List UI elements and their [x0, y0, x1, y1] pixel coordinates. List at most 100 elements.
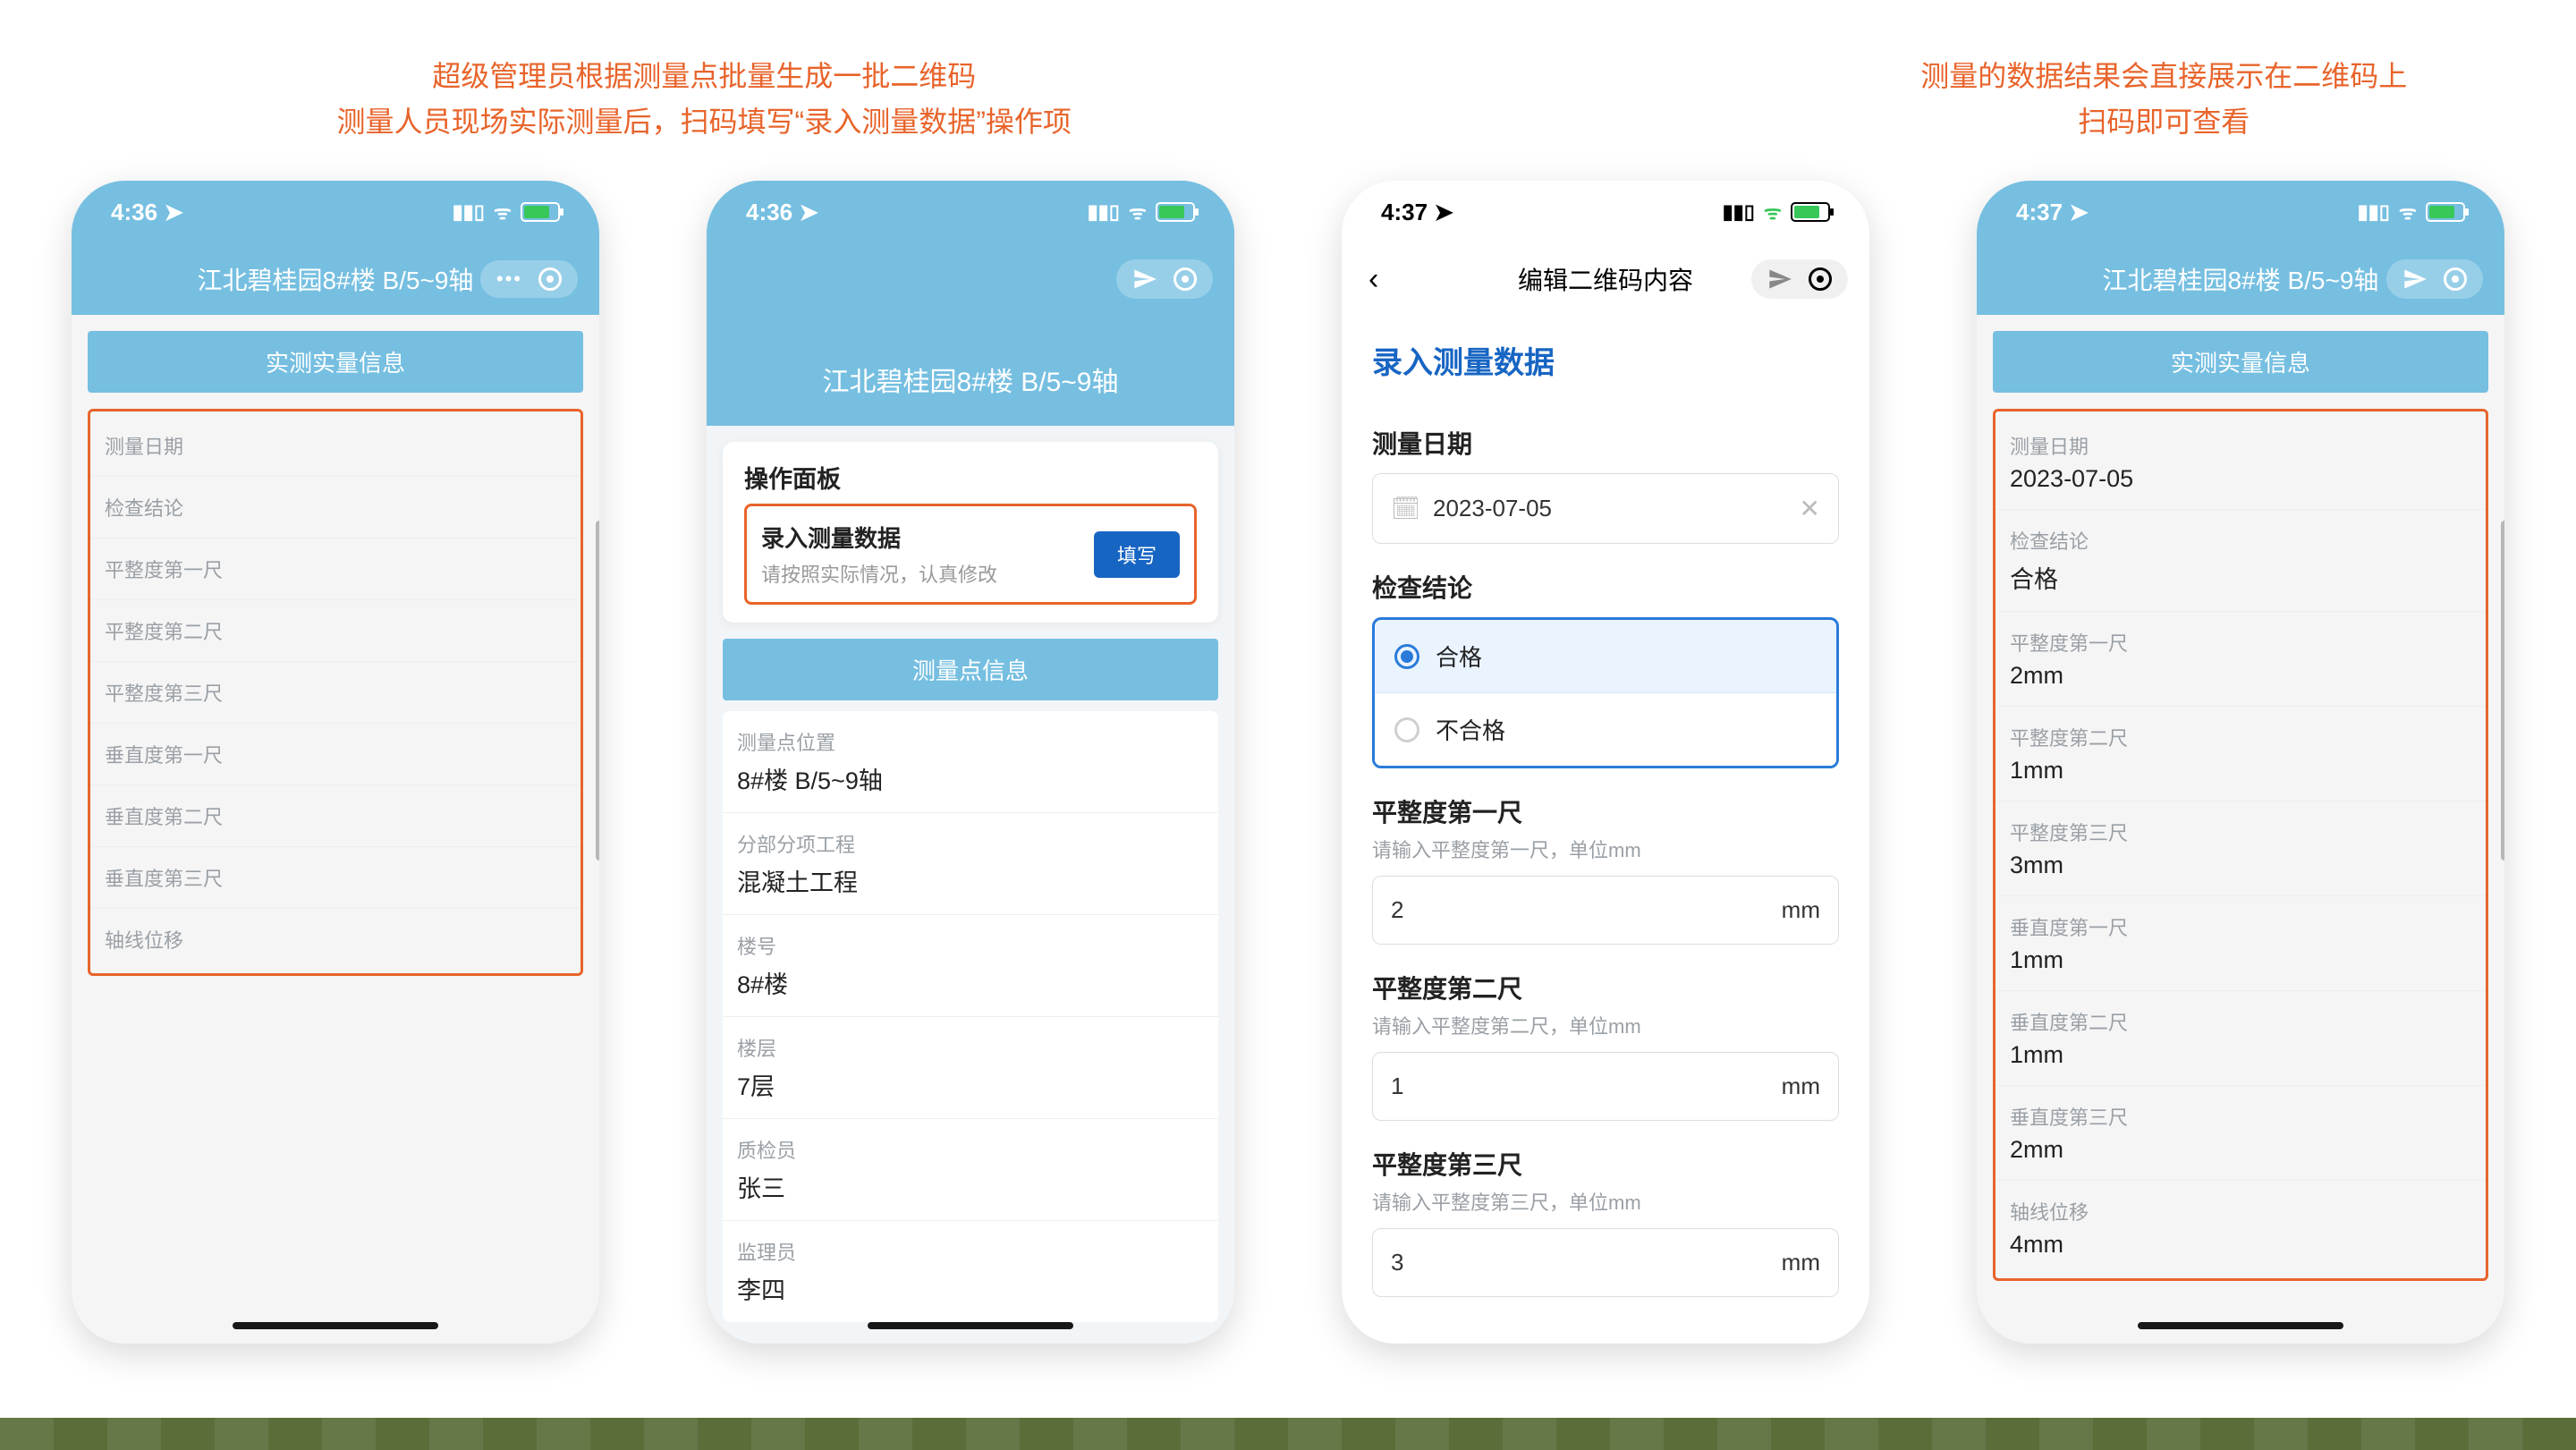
status-time: 4:37 ➤: [2016, 199, 2089, 226]
navbar: ‹ 编辑二维码内容: [1342, 243, 1869, 315]
caption-left: 超级管理员根据测量点批量生成一批二维码 测量人员现场实际测量后，扫码填写“录入测…: [72, 54, 1336, 145]
action-subtitle: 请按照实际情况，认真修改: [761, 559, 997, 588]
list-item: 垂直度第一尺: [90, 724, 580, 785]
list-item: 平整度第一尺: [90, 538, 580, 600]
panel-card: 操作面板 录入测量数据 请按照实际情况，认真修改 填写: [723, 442, 1218, 623]
clear-icon[interactable]: ✕: [1800, 494, 1820, 523]
list-item: 平整度第二尺1mm: [1996, 707, 2486, 801]
home-indicator[interactable]: [2138, 1322, 2343, 1329]
measure-value: 2: [1391, 896, 1403, 924]
send-icon: [2402, 267, 2428, 292]
date-value: 2023-07-05: [1433, 495, 1552, 522]
date-label: 测量日期: [1372, 425, 1839, 461]
capsule-menu[interactable]: •••: [480, 260, 578, 298]
capsule-menu[interactable]: [1751, 259, 1848, 299]
send-icon: [1767, 267, 1792, 292]
list-item: 测量日期: [90, 415, 580, 477]
wifi-icon: ᯤ: [494, 199, 512, 225]
list-item: 平整度第二尺: [90, 600, 580, 662]
page-title: 江北碧桂园8#楼 B/5~9轴: [707, 315, 1234, 426]
list-item: 分部分项工程混凝土工程: [723, 813, 1218, 915]
measure-input-1[interactable]: 2 mm: [1372, 876, 1839, 945]
home-indicator[interactable]: [233, 1322, 438, 1329]
battery-icon: [1156, 202, 1195, 222]
close-circle-icon: [1809, 267, 1832, 291]
statusbar: 4:36 ➤ ▮▮▯ ᯤ: [72, 181, 599, 243]
footer-strip: [0, 1418, 2576, 1450]
action-title: 录入测量数据: [761, 521, 997, 554]
close-circle-icon: [2444, 267, 2467, 291]
radio-fail[interactable]: 不合格: [1375, 692, 1836, 766]
panel-title: 操作面板: [744, 460, 1197, 495]
phone-3: 4:37 ➤ ▮▮▯ ᯤ ‹ 编辑二维码内容 录入测量数据: [1342, 181, 1869, 1344]
signal-icon: ▮▮▯: [1723, 200, 1755, 224]
status-time: 4:36 ➤: [111, 199, 183, 226]
page-title: 江北碧桂园8#楼 B/5~9轴: [2103, 261, 2379, 297]
info-tab: 测量点信息: [723, 639, 1218, 700]
unit-label: mm: [1782, 1073, 1820, 1100]
list-item: 检查结论合格: [1996, 510, 2486, 612]
list-item: 平整度第一尺2mm: [1996, 612, 2486, 707]
navbar: 江北碧桂园8#楼 B/5~9轴 •••: [72, 243, 599, 315]
caption-right: 测量的数据结果会直接展示在二维码上 扫码即可查看: [1823, 54, 2504, 145]
statusbar: 4:36 ➤ ▮▮▯ ᯤ: [707, 181, 1234, 243]
statusbar: 4:37 ➤ ▮▮▯ ᯤ: [1342, 181, 1869, 243]
status-right: ▮▮▯ ᯤ: [453, 199, 560, 225]
list-item: 垂直度第三尺2mm: [1996, 1086, 2486, 1181]
page-title: 江北碧桂园8#楼 B/5~9轴: [198, 261, 474, 297]
wifi-icon: ᯤ: [1764, 199, 1782, 225]
signal-icon: ▮▮▯: [1088, 200, 1120, 224]
unit-label: mm: [1782, 1249, 1820, 1276]
phone-1: 4:36 ➤ ▮▮▯ ᯤ 江北碧桂园8#楼 B/5~9轴 ••• 实测实量信息: [72, 181, 599, 1344]
action-row: 录入测量数据 请按照实际情况，认真修改 填写: [744, 504, 1197, 605]
list-item: 轴线位移: [90, 909, 580, 970]
status-right: ▮▮▯ ᯤ: [1088, 199, 1195, 225]
fill-button[interactable]: 填写: [1094, 531, 1180, 578]
battery-icon: [1791, 202, 1830, 222]
close-circle-icon: [538, 267, 562, 291]
back-button[interactable]: ‹: [1368, 262, 1378, 297]
wifi-icon: ᯤ: [2399, 199, 2417, 225]
home-indicator[interactable]: [868, 1322, 1073, 1329]
conclusion-radio-group: 合格 不合格: [1372, 617, 1839, 768]
signal-icon: ▮▮▯: [2358, 200, 2390, 224]
empty-field-list: 测量日期 检查结论 平整度第一尺 平整度第二尺 平整度第三尺 垂直度第一尺 垂直…: [88, 409, 583, 976]
nav-title: 编辑二维码内容: [1518, 261, 1693, 297]
capsule-menu[interactable]: [1116, 259, 1213, 299]
wifi-icon: ᯤ: [1129, 199, 1147, 225]
statusbar: 4:37 ➤ ▮▮▯ ᯤ: [1977, 181, 2504, 243]
measure-label: 平整度第二尺: [1372, 970, 1839, 1005]
status-time: 4:37 ➤: [1381, 199, 1453, 226]
list-item: 垂直度第二尺: [90, 785, 580, 847]
status-right: ▮▮▯ ᯤ: [2358, 199, 2465, 225]
signal-icon: ▮▮▯: [453, 200, 485, 224]
list-item: 楼号8#楼: [723, 915, 1218, 1017]
measure-value: 3: [1391, 1249, 1403, 1276]
scrollbar[interactable]: [596, 521, 599, 861]
status-time: 4:36 ➤: [746, 199, 818, 226]
measure-hint: 请输入平整度第一尺，单位mm: [1372, 835, 1839, 863]
conclusion-label: 检查结论: [1372, 569, 1839, 605]
measure-label: 平整度第一尺: [1372, 793, 1839, 829]
unit-label: mm: [1782, 896, 1820, 924]
result-list: 测量日期2023-07-05 检查结论合格 平整度第一尺2mm 平整度第二尺1m…: [1993, 409, 2488, 1281]
section-tab: 实测实量信息: [88, 331, 583, 393]
battery-icon: [521, 202, 560, 222]
calendar-icon: 🗓: [1391, 495, 1420, 522]
capsule-menu[interactable]: [2386, 259, 2483, 299]
section-tab: 实测实量信息: [1993, 331, 2488, 393]
list-item: 测量点位置8#楼 B/5~9轴: [723, 711, 1218, 813]
measure-label: 平整度第三尺: [1372, 1146, 1839, 1182]
send-icon: [1132, 267, 1157, 292]
radio-pass[interactable]: 合格: [1375, 620, 1836, 692]
list-item: 轴线位移4mm: [1996, 1181, 2486, 1275]
scrollbar[interactable]: [2501, 521, 2504, 861]
info-list: 测量点位置8#楼 B/5~9轴 分部分项工程混凝土工程 楼号8#楼 楼层7层 质…: [723, 711, 1218, 1322]
measure-input-2[interactable]: 1 mm: [1372, 1052, 1839, 1121]
form-title: 录入测量数据: [1372, 315, 1839, 400]
phone-2: 4:36 ➤ ▮▮▯ ᯤ 江北碧桂园8#楼 B/5~9轴 操: [707, 181, 1234, 1344]
date-input[interactable]: 🗓 2023-07-05 ✕: [1372, 473, 1839, 544]
measure-input-3[interactable]: 3 mm: [1372, 1228, 1839, 1297]
measure-hint: 请输入平整度第三尺，单位mm: [1372, 1187, 1839, 1216]
radio-fail-label: 不合格: [1436, 713, 1505, 746]
